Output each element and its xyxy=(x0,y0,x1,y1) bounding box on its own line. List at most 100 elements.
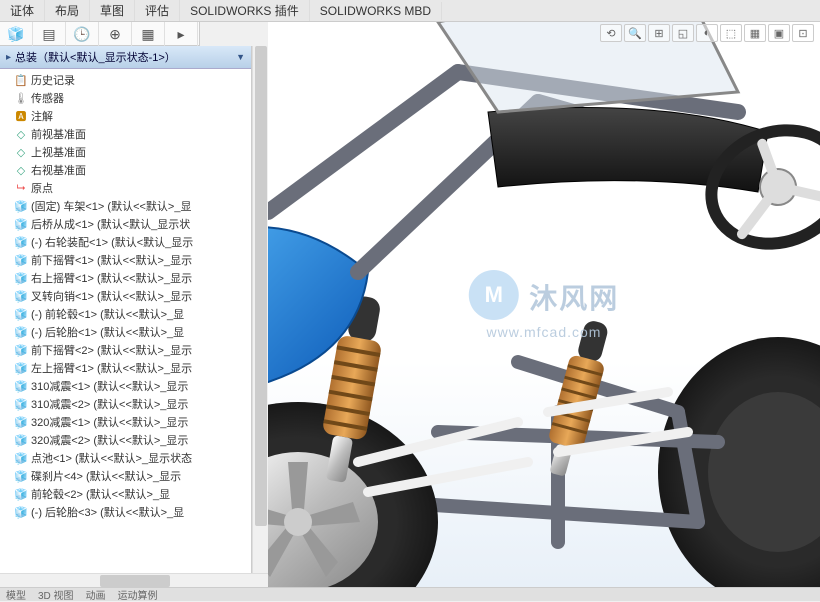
part-icon: 🧊 xyxy=(14,289,28,303)
tree-item[interactable]: 📋历史记录 xyxy=(0,71,251,89)
part-icon: 🧊 xyxy=(14,361,28,375)
tree-item[interactable]: ◇前视基准面 xyxy=(0,125,251,143)
tab-sw-mbd[interactable]: SOLIDWORKS MBD xyxy=(310,2,442,20)
scroll-thumb[interactable] xyxy=(255,46,267,526)
tree-item-label: 叉转向销<1> (默认<<默认>_显示 xyxy=(31,288,192,304)
part-icon: 🧊 xyxy=(14,199,28,213)
zoom-area-icon[interactable]: ⊞ xyxy=(648,24,670,42)
tab-3dview[interactable]: 3D 视图 xyxy=(38,587,74,602)
fm-display-icon[interactable]: 🕒 xyxy=(66,22,99,46)
tree-container: 📋历史记录🌡传感器🅰注解◇前视基准面◇上视基准面◇右视基准面⮡原点🧊(固定) 车… xyxy=(0,69,251,523)
expand-arrow-icon[interactable]: ▸ xyxy=(6,52,11,63)
tree-item[interactable]: 🧊前下摇臂<2> (默认<<默认>_显示 xyxy=(0,341,251,359)
part-icon: 🧊 xyxy=(14,235,28,249)
tree-item[interactable]: 🅰注解 xyxy=(0,107,251,125)
tree-item-label: 左上摇臂<1> (默认<<默认>_显示 xyxy=(31,360,192,376)
tree-item[interactable]: 🧊前轮毂<2> (默认<<默认>_显 xyxy=(0,485,251,503)
tree-item-label: 历史记录 xyxy=(31,72,75,88)
tree-item[interactable]: ⮡原点 xyxy=(0,179,251,197)
motion-manager-tabs: 模型 3D 视图 动画 运动算例 xyxy=(0,587,820,601)
tree-item-label: 后桥从成<1> (默认<默认_显示状 xyxy=(31,216,190,232)
part-icon: 🧊 xyxy=(14,415,28,429)
tree-item[interactable]: 🧊(固定) 车架<1> (默认<<默认>_显 xyxy=(0,197,251,215)
horizontal-scrollbar[interactable] xyxy=(0,573,268,587)
fm-sheet-icon[interactable]: ▦ xyxy=(132,22,165,46)
tree-item-label: 点池<1> (默认<<默认>_显示状态 xyxy=(31,450,192,466)
fm-assembly-icon[interactable]: 🧊 xyxy=(0,22,33,46)
part-icon: 🧊 xyxy=(14,433,28,447)
tree-item[interactable]: 🧊320减震<2> (默认<<默认>_显示 xyxy=(0,431,251,449)
tree-item-label: 原点 xyxy=(31,180,53,196)
hide-show-icon[interactable]: ▦ xyxy=(744,24,766,42)
tree-item[interactable]: 🧊310减震<2> (默认<<默认>_显示 xyxy=(0,395,251,413)
tree-item-label: 碟刹片<4> (默认<<默认>_显示 xyxy=(31,468,181,484)
fm-arrow-icon[interactable]: ▸ xyxy=(165,22,198,46)
tree-item[interactable]: 🧊(-) 前轮毂<1> (默认<<默认>_显 xyxy=(0,305,251,323)
tree-item[interactable]: 🧊(-) 后轮胎<3> (默认<<默认>_显 xyxy=(0,503,251,521)
tree-item-label: 注解 xyxy=(31,108,53,124)
tab-features[interactable]: 证体 xyxy=(0,0,45,21)
display-style-icon[interactable]: ⬚ xyxy=(720,24,742,42)
feature-manager-tree[interactable]: ▸ 总装（默认<默认_显示状态-1>） ▼ 📋历史记录🌡传感器🅰注解◇前视基准面… xyxy=(0,46,252,586)
annot-icon: 🅰 xyxy=(14,109,28,123)
fm-origin-icon[interactable]: ⊕ xyxy=(99,22,132,46)
assembly-root[interactable]: ▸ 总装（默认<默认_显示状态-1>） ▼ xyxy=(0,46,251,69)
tree-item[interactable]: 🧊(-) 右轮装配<1> (默认<默认_显示 xyxy=(0,233,251,251)
part-icon: 🧊 xyxy=(14,253,28,267)
tree-item-label: 前下摇臂<1> (默认<<默认>_显示 xyxy=(31,252,192,268)
tree-item[interactable]: 🧊前下摇臂<1> (默认<<默认>_显示 xyxy=(0,251,251,269)
tab-model[interactable]: 模型 xyxy=(6,587,26,602)
dropdown-icon[interactable]: ▼ xyxy=(236,52,245,62)
tab-motion[interactable]: 运动算例 xyxy=(118,587,158,602)
apply-scene-icon[interactable]: ⊡ xyxy=(792,24,814,42)
tree-item-label: (-) 右轮装配<1> (默认<默认_显示 xyxy=(31,234,193,250)
tree-item[interactable]: 🧊碟刹片<4> (默认<<默认>_显示 xyxy=(0,467,251,485)
feature-manager-tabs: 🧊 ▤ 🕒 ⊕ ▦ ▸ xyxy=(0,22,200,46)
part-icon: 🧊 xyxy=(14,325,28,339)
section-view-icon[interactable]: ◱ xyxy=(672,24,694,42)
vertical-scrollbar[interactable] xyxy=(252,46,268,586)
tree-item-label: 右上摇臂<1> (默认<<默认>_显示 xyxy=(31,270,192,286)
command-manager-tabs[interactable]: 证体 布局 草图 评估 SOLIDWORKS 插件 SOLIDWORKS MBD xyxy=(0,0,820,22)
tab-animation[interactable]: 动画 xyxy=(86,587,106,602)
zoom-fit-icon[interactable]: 🔍 xyxy=(624,24,646,42)
part-icon: 🧊 xyxy=(14,379,28,393)
tree-item[interactable]: 🧊310减震<1> (默认<<默认>_显示 xyxy=(0,377,251,395)
edit-appearance-icon[interactable]: ▣ xyxy=(768,24,790,42)
part-icon: 🧊 xyxy=(14,469,28,483)
tab-sw-addins[interactable]: SOLIDWORKS 插件 xyxy=(180,0,310,21)
tree-item-label: 传感器 xyxy=(31,90,64,106)
part-icon: 🧊 xyxy=(14,307,28,321)
tree-item[interactable]: 🧊点池<1> (默认<<默认>_显示状态 xyxy=(0,449,251,467)
tab-layout[interactable]: 布局 xyxy=(45,0,90,21)
tab-sketch[interactable]: 草图 xyxy=(90,0,135,21)
part-icon: 🧊 xyxy=(14,451,28,465)
assembly-name: 总装（默认<默认_显示状态-1>） xyxy=(15,49,232,65)
tree-item[interactable]: 🧊(-) 后轮胎<1> (默认<<默认>_显 xyxy=(0,323,251,341)
tree-item[interactable]: ◇上视基准面 xyxy=(0,143,251,161)
tree-item-label: 310减震<1> (默认<<默认>_显示 xyxy=(31,378,188,394)
hscroll-thumb[interactable] xyxy=(100,575,170,587)
heads-up-view-toolbar: ⟲ 🔍 ⊞ ◱ ◐ ⬚ ▦ ▣ ⊡ xyxy=(600,24,814,42)
tree-item[interactable]: 🌡传感器 xyxy=(0,89,251,107)
tree-item[interactable]: 🧊后桥从成<1> (默认<默认_显示状 xyxy=(0,215,251,233)
tree-item[interactable]: 🧊叉转向销<1> (默认<<默认>_显示 xyxy=(0,287,251,305)
view-previous-icon[interactable]: ⟲ xyxy=(600,24,622,42)
view-orientation-icon[interactable]: ◐ xyxy=(696,24,718,42)
plane-icon: ◇ xyxy=(14,145,28,159)
part-icon: 🧊 xyxy=(14,397,28,411)
origin-icon: ⮡ xyxy=(14,181,28,195)
part-icon: 🧊 xyxy=(14,343,28,357)
tree-item[interactable]: ◇右视基准面 xyxy=(0,161,251,179)
fm-config-icon[interactable]: ▤ xyxy=(33,22,66,46)
history-icon: 📋 xyxy=(14,73,28,87)
graphics-area[interactable]: ⟲ 🔍 ⊞ ◱ ◐ ⬚ ▦ ▣ ⊡ M 沐风网 www.mfcad.com xyxy=(268,22,820,587)
sensor-icon: 🌡 xyxy=(14,91,28,105)
tree-item[interactable]: 🧊左上摇臂<1> (默认<<默认>_显示 xyxy=(0,359,251,377)
tree-item-label: 前轮毂<2> (默认<<默认>_显 xyxy=(31,486,170,502)
tree-item[interactable]: 🧊右上摇臂<1> (默认<<默认>_显示 xyxy=(0,269,251,287)
tree-item-label: 310减震<2> (默认<<默认>_显示 xyxy=(31,396,188,412)
part-icon: 🧊 xyxy=(14,217,28,231)
tab-evaluate[interactable]: 评估 xyxy=(135,0,180,21)
tree-item[interactable]: 🧊320减震<1> (默认<<默认>_显示 xyxy=(0,413,251,431)
